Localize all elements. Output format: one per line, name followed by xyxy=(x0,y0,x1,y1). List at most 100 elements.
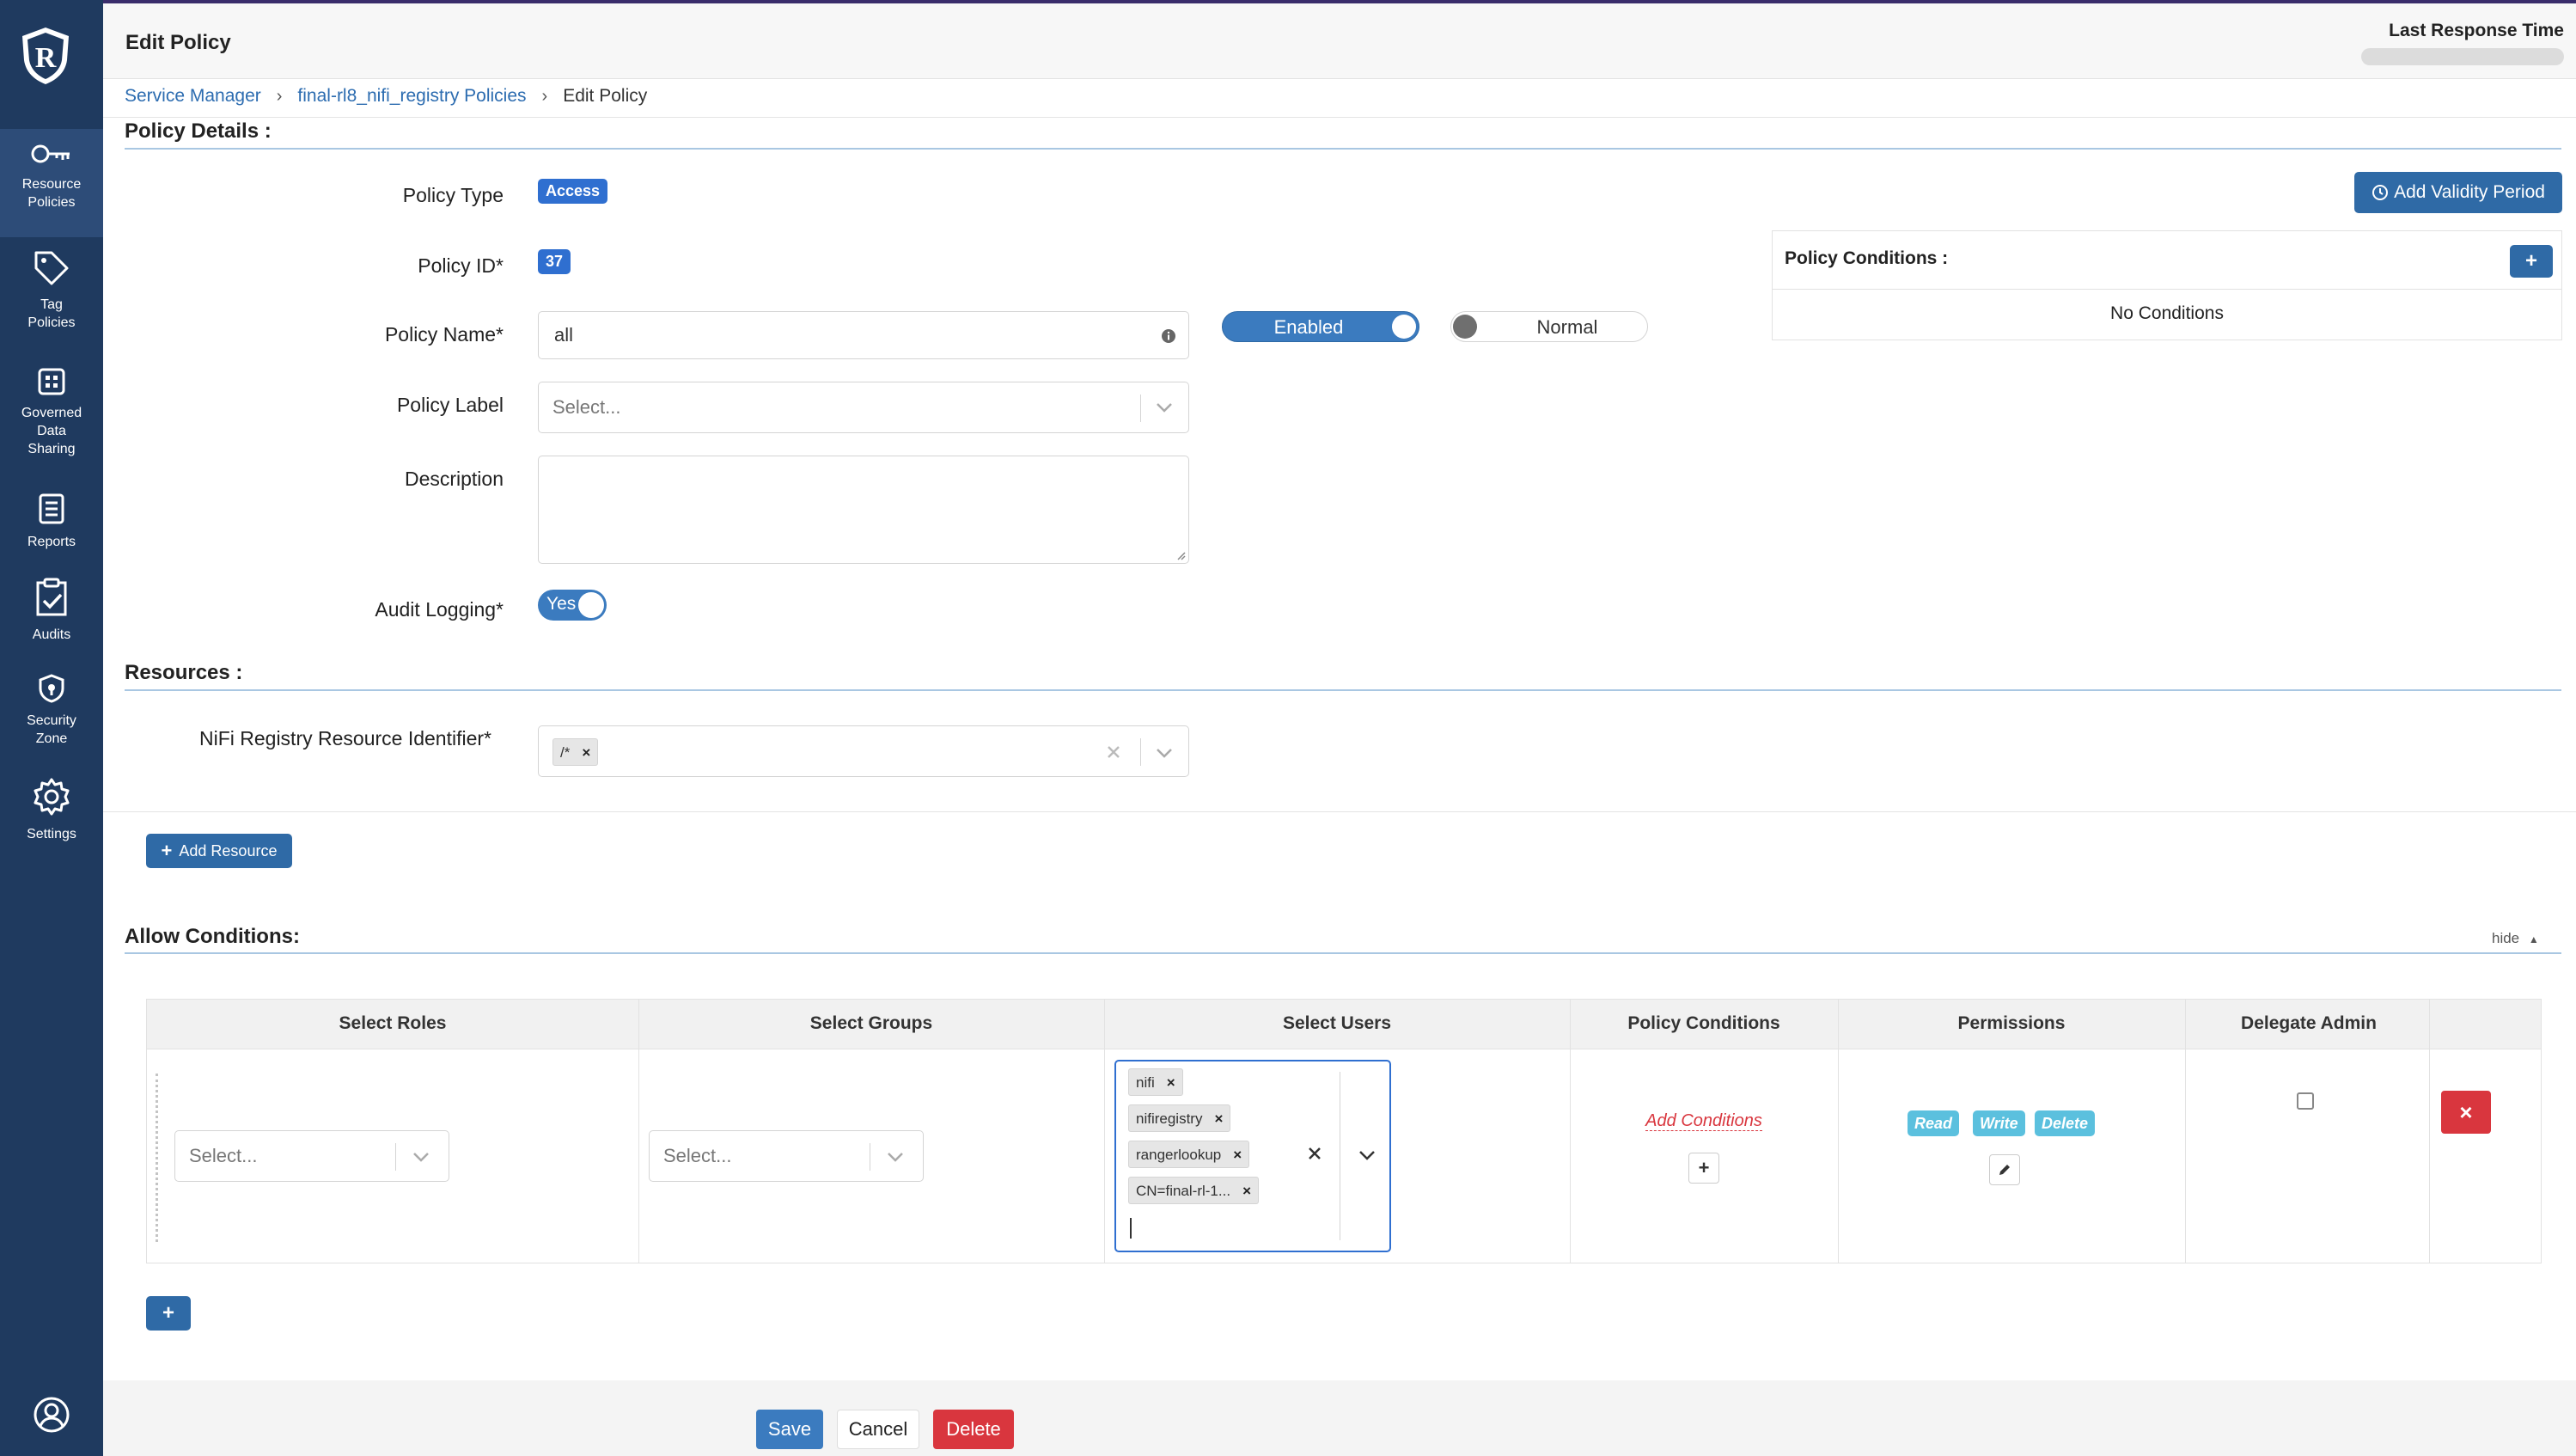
breadcrumb-service-manager[interactable]: Service Manager xyxy=(125,86,261,107)
resize-handle-icon[interactable] xyxy=(1175,549,1187,561)
column-divider xyxy=(1570,1000,1571,1263)
chevron-down-icon[interactable] xyxy=(412,1151,430,1163)
policy-priority-toggle[interactable]: Normal xyxy=(1450,311,1648,342)
clipboard-check-icon xyxy=(36,578,67,616)
column-header-users: Select Users xyxy=(1282,1013,1392,1033)
column-divider xyxy=(1104,1000,1105,1263)
add-policy-condition-button[interactable]: + xyxy=(2510,245,2553,278)
select-placeholder: Select... xyxy=(552,396,621,418)
info-icon[interactable] xyxy=(1161,328,1176,344)
delete-row-button[interactable]: × xyxy=(2441,1091,2491,1134)
section-divider xyxy=(125,952,2561,954)
chevron-down-icon[interactable] xyxy=(1156,747,1173,759)
hide-toggle[interactable]: hide ▲ xyxy=(2492,930,2539,947)
remove-chip-icon[interactable]: × xyxy=(1242,1183,1251,1199)
profile-menu[interactable] xyxy=(0,1396,103,1442)
sidebar-item-label: Audits xyxy=(32,627,71,642)
remove-chip-icon[interactable]: × xyxy=(1214,1110,1223,1127)
policy-name-input[interactable]: all xyxy=(538,311,1189,359)
select-placeholder: Select... xyxy=(663,1145,732,1166)
policy-enabled-toggle[interactable]: Enabled xyxy=(1222,311,1419,342)
users-select[interactable]: nifi × nifiregistry × rangerlookup × CN=fin… xyxy=(1114,1060,1391,1252)
sidebar-item-label: Sharing xyxy=(27,442,76,456)
sidebar-item-label: Zone xyxy=(35,731,68,746)
panel-title: Policy Conditions : xyxy=(1785,248,1949,268)
sidebar-item-label: Reports xyxy=(27,535,76,549)
roles-select[interactable]: Select... xyxy=(174,1130,449,1182)
add-resource-button[interactable]: + Add Resource xyxy=(146,834,292,868)
button-label: Add Resource xyxy=(179,841,278,860)
sidebar-item-governed-data-sharing[interactable]: Governed Data Sharing xyxy=(0,368,103,458)
button-label: Add Validity Period xyxy=(2394,182,2545,202)
description-textarea[interactable] xyxy=(538,456,1189,564)
chevron-down-icon[interactable] xyxy=(1156,401,1173,413)
policy-type-badge: Access xyxy=(538,179,608,204)
delegate-admin-checkbox[interactable] xyxy=(2297,1092,2314,1110)
groups-select[interactable]: Select... xyxy=(649,1130,924,1182)
sidebar-item-security-zone[interactable]: Security Zone xyxy=(0,674,103,748)
policy-type-label: Policy Type xyxy=(402,184,504,206)
policy-id-label: Policy ID* xyxy=(418,254,504,277)
sidebar-item-resource-policies[interactable]: Resource Policies xyxy=(0,129,103,237)
breadcrumb-policies[interactable]: final-rl8_nifi_registry Policies xyxy=(297,86,526,107)
clear-icon[interactable] xyxy=(1307,1146,1322,1161)
chevron-right-icon: › xyxy=(541,86,548,106)
delete-button[interactable]: Delete xyxy=(933,1410,1014,1449)
sidebar-item-reports[interactable]: Reports xyxy=(0,493,103,551)
clock-icon xyxy=(2372,185,2389,200)
sidebar-item-settings[interactable]: Settings xyxy=(0,777,103,843)
add-conditions-link[interactable]: Add Conditions xyxy=(1570,1111,1838,1131)
chevron-down-icon[interactable] xyxy=(1358,1149,1376,1161)
toggle-knob xyxy=(1453,315,1477,339)
policy-id-badge: 37 xyxy=(538,249,571,274)
permission-tag-delete[interactable]: Delete xyxy=(2035,1110,2096,1136)
policy-label-select[interactable]: Select... xyxy=(538,382,1189,433)
select-divider xyxy=(395,1143,396,1171)
save-button[interactable]: Save xyxy=(756,1410,823,1449)
sidebar-item-label: Governed xyxy=(21,406,82,420)
tag-icon xyxy=(34,251,69,285)
text-cursor[interactable] xyxy=(1130,1218,1132,1239)
form-footer xyxy=(103,1380,2576,1456)
column-header-policy-conditions: Policy Conditions xyxy=(1627,1013,1780,1033)
hide-label: hide xyxy=(2492,930,2520,946)
edit-permissions-button[interactable] xyxy=(1989,1154,2020,1185)
column-divider xyxy=(2429,1000,2430,1263)
sidebar-item-audits[interactable]: Audits xyxy=(0,578,103,644)
last-response-time-bar xyxy=(2361,48,2564,65)
chip-label: nifiregistry xyxy=(1136,1110,1203,1127)
permission-tag-read[interactable]: Read xyxy=(1908,1110,1960,1136)
permission-tag-write[interactable]: Write xyxy=(1973,1110,2025,1136)
add-validity-period-button[interactable]: Add Validity Period xyxy=(2354,172,2562,213)
remove-chip-icon[interactable]: × xyxy=(1233,1147,1242,1163)
key-icon xyxy=(31,144,70,163)
plus-icon: + xyxy=(2524,249,2537,272)
no-conditions-text: No Conditions xyxy=(2110,303,2224,323)
divider xyxy=(103,811,2576,812)
toggle-label: Enabled xyxy=(1273,316,1344,338)
remove-chip-icon[interactable]: × xyxy=(582,744,590,761)
chevron-down-icon[interactable] xyxy=(887,1151,904,1163)
sidebar-item-tag-policies[interactable]: Tag Policies xyxy=(0,249,103,332)
clear-icon[interactable] xyxy=(1106,744,1121,760)
policy-label-label: Policy Label xyxy=(396,394,504,416)
select-placeholder: Select... xyxy=(189,1145,258,1166)
column-header-permissions: Permissions xyxy=(1957,1013,2066,1033)
add-allow-condition-row-button[interactable]: + xyxy=(146,1296,191,1331)
resource-identifier-select[interactable]: /* × xyxy=(538,725,1189,777)
ranger-logo-icon[interactable]: R xyxy=(19,26,72,86)
remove-chip-icon[interactable]: × xyxy=(1167,1074,1175,1091)
add-condition-button[interactable]: + xyxy=(1688,1153,1719,1184)
select-divider xyxy=(1140,738,1141,766)
toggle-label: Normal xyxy=(1536,316,1598,338)
caret-up-icon: ▲ xyxy=(2528,933,2539,945)
allow-conditions-table: Select Roles Select Groups Select Users … xyxy=(146,999,2542,1263)
report-icon xyxy=(39,493,64,524)
audit-logging-toggle[interactable]: Yes xyxy=(538,590,607,621)
chevron-right-icon: › xyxy=(276,86,283,106)
cancel-button[interactable]: Cancel xyxy=(837,1410,919,1449)
panel-header: Policy Conditions : + xyxy=(1773,231,2561,290)
plus-icon: + xyxy=(161,840,173,861)
row-drag-handle[interactable] xyxy=(156,1074,161,1242)
policy-name-label: Policy Name* xyxy=(384,323,504,346)
